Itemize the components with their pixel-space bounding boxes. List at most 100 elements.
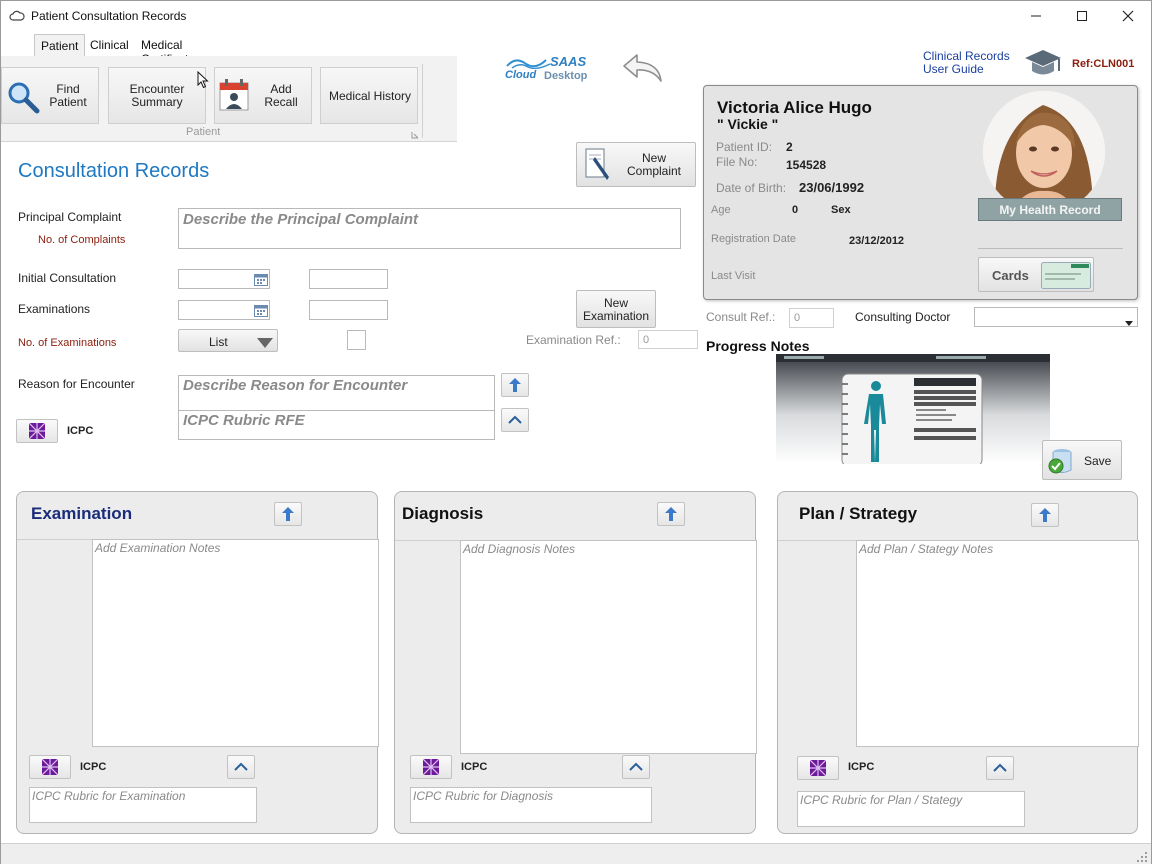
find-patient-label-2: Patient [49, 95, 87, 109]
maximize-button[interactable] [1059, 1, 1105, 31]
reason-placeholder: Describe Reason for Encounter [183, 377, 408, 394]
resize-grip-icon[interactable] [1137, 851, 1147, 864]
saas-logo: SAAS Cloud Desktop [504, 54, 594, 84]
reason-for-encounter-input[interactable]: Describe Reason for Encounter [178, 375, 495, 411]
examinations-time-input[interactable] [309, 300, 388, 320]
examination-notes-input[interactable]: Add Examination Notes [92, 539, 379, 747]
medical-history-button[interactable]: Medical History [320, 67, 418, 124]
rfe-expand-button[interactable] [501, 408, 529, 432]
minimize-button[interactable] [1013, 1, 1059, 31]
new-complaint-label-2: Complaint [626, 164, 682, 178]
no-of-complaints-label: No. of Complaints [38, 234, 126, 246]
icpc-rfe-input[interactable]: ICPC Rubric RFE [178, 410, 495, 440]
reason-for-encounter-label: Reason for Encounter [18, 377, 135, 391]
examination-ref-label: Examination Ref.: [526, 333, 621, 347]
window-title: Patient Consultation Records [31, 9, 187, 23]
initial-consultation-date-input[interactable] [178, 269, 270, 289]
examination-rubric-placeholder: ICPC Rubric for Examination [32, 789, 186, 803]
plan-upload-button[interactable] [1031, 503, 1059, 527]
dialog-launcher-icon[interactable] [411, 128, 419, 142]
find-patient-button[interactable]: Find Patient [1, 67, 99, 124]
examination-ref-input[interactable]: 0 [638, 330, 698, 349]
tab-clinical[interactable]: Clinical [84, 34, 135, 56]
guide-line1: Clinical Records [923, 49, 1010, 63]
initial-consultation-label: Initial Consultation [18, 271, 117, 285]
examination-checkbox[interactable] [347, 330, 366, 350]
last-visit-label: Last Visit [711, 270, 756, 282]
ribbon-divider [422, 64, 423, 138]
examinations-list-dropdown[interactable]: List [178, 329, 278, 352]
calendar-icon[interactable] [254, 304, 268, 320]
consulting-doctor-label: Consulting Doctor [855, 310, 951, 324]
calendar-icon[interactable] [254, 273, 268, 289]
consult-ref-input[interactable]: 0 [789, 308, 834, 328]
encounter-summary-label-2: Summary [131, 95, 183, 109]
tab-medical-certificate[interactable]: Medical Certificate [135, 34, 201, 66]
plan-notes-input[interactable]: Add Plan / Stategy Notes [856, 540, 1139, 747]
diagnosis-upload-button[interactable] [657, 502, 685, 526]
new-examination-button[interactable]: New Examination [576, 290, 656, 328]
reference-code: Ref:CLN001 [1072, 58, 1135, 70]
list-label: List [209, 335, 228, 349]
add-recall-button[interactable]: Add Recall [214, 67, 312, 124]
add-recall-label-1: Add [270, 82, 292, 96]
cards-button[interactable]: Cards [978, 257, 1094, 292]
examinations-date-input[interactable] [178, 300, 270, 320]
icpc-rfe-placeholder: ICPC Rubric RFE [183, 412, 305, 429]
progress-notes-heading: Progress Notes [706, 338, 810, 354]
tab-patient[interactable]: Patient [34, 34, 86, 56]
dropdown-arrow-icon [257, 337, 273, 351]
magnifier-icon [6, 80, 40, 117]
new-examination-label-2: Examination [582, 309, 650, 323]
examination-expand-button[interactable] [227, 755, 255, 779]
diagnosis-title: Diagnosis [402, 504, 484, 523]
sex-label: Sex [831, 204, 851, 216]
patient-id-value: 2 [786, 140, 793, 154]
diagnosis-notes-input[interactable]: Add Diagnosis Notes [460, 540, 757, 754]
diagnosis-expand-button[interactable] [622, 755, 650, 779]
plan-expand-button[interactable] [986, 756, 1014, 780]
plan-rubric-input[interactable]: ICPC Rubric for Plan / Stategy [797, 791, 1025, 827]
consult-ref-value: 0 [794, 312, 801, 324]
reason-upload-button[interactable] [501, 373, 529, 397]
medicare-card-icon [1041, 262, 1091, 292]
principal-complaint-input[interactable]: Describe the Principal Complaint [178, 208, 681, 249]
plan-icpc-button[interactable] [797, 756, 839, 780]
back-arrow-icon[interactable] [621, 51, 665, 88]
save-button[interactable]: Save [1042, 440, 1122, 480]
close-button[interactable] [1105, 1, 1151, 31]
diagnosis-rubric-input[interactable]: ICPC Rubric for Diagnosis [410, 787, 652, 823]
brand-line2b: Desktop [544, 70, 588, 82]
examination-icpc-button[interactable] [29, 755, 71, 779]
examinations-label: Examinations [18, 302, 91, 316]
consulting-doctor-select[interactable] [974, 307, 1138, 327]
ribbon-patient-group: Find Patient Encounter Summary Add Recal… [1, 56, 457, 142]
up-arrow-icon [509, 378, 521, 392]
encounter-summary-button[interactable]: Encounter Summary [108, 67, 209, 124]
ribbon-group-label: Patient [186, 126, 221, 138]
examination-upload-button[interactable] [274, 502, 302, 526]
medical-history-label: Medical History [328, 89, 412, 103]
graduation-cap-icon[interactable] [1023, 47, 1063, 82]
progress-notes-image[interactable] [776, 354, 1050, 464]
initial-consultation-time-input[interactable] [309, 269, 388, 289]
file-no-label: File No: [716, 155, 758, 169]
consult-ref-label: Consult Ref.: [706, 310, 776, 324]
examination-rubric-input[interactable]: ICPC Rubric for Examination [29, 787, 257, 823]
diagnosis-icpc-button[interactable] [410, 755, 452, 779]
icpc-rfe-button[interactable] [16, 419, 58, 443]
my-health-record-button[interactable]: My Health Record [978, 198, 1122, 221]
find-patient-label-1: Find [56, 82, 80, 96]
save-disk-icon [1047, 446, 1073, 479]
new-complaint-button[interactable]: New Complaint [576, 142, 696, 187]
clinical-records-user-guide-link[interactable]: Clinical Records User Guide [923, 50, 1010, 76]
patient-card: Victoria Alice Hugo " Vickie " Patient I… [703, 85, 1138, 300]
icpc-grid-icon [42, 759, 58, 775]
up-arrow-icon [1039, 508, 1051, 522]
cloud-app-icon [9, 10, 25, 25]
app-window: Patient Consultation Records Patient Cli… [0, 0, 1152, 864]
patient-photo [983, 91, 1105, 213]
save-label: Save [1084, 454, 1112, 468]
patient-name: Victoria Alice Hugo [717, 98, 872, 117]
title-bar: Patient Consultation Records [1, 1, 1151, 32]
